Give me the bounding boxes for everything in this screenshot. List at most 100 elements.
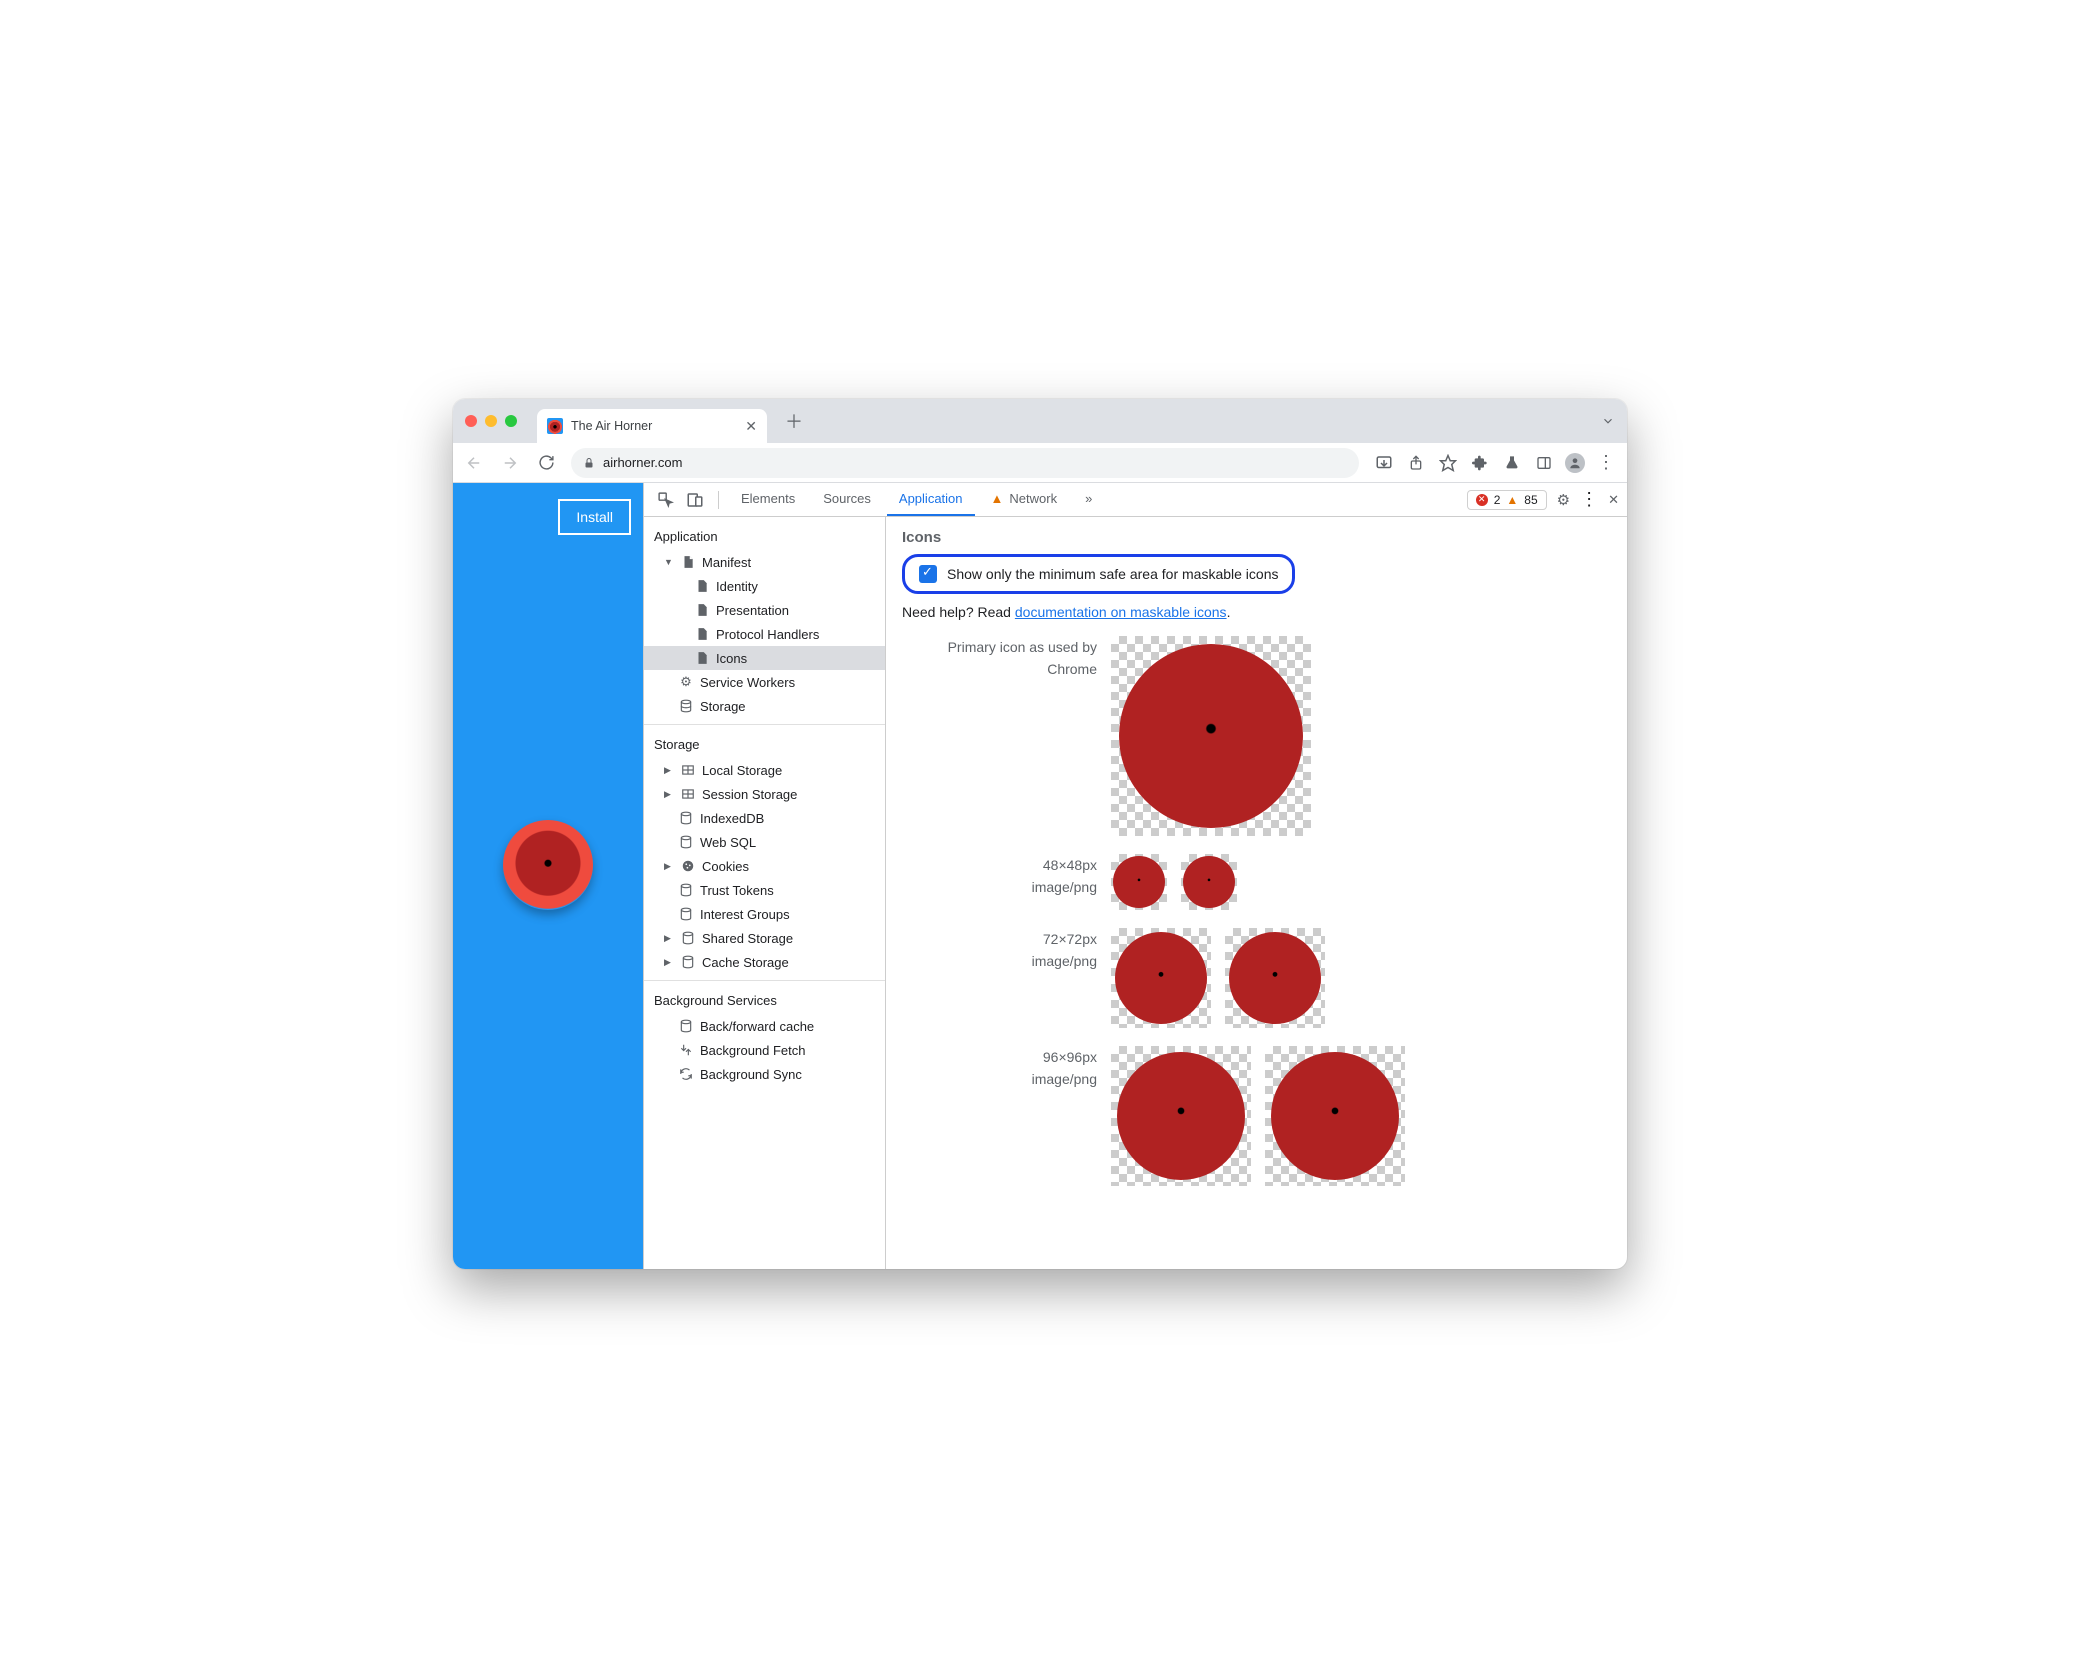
close-devtools-icon[interactable] (1608, 492, 1619, 508)
toolbar-actions (1373, 452, 1617, 474)
disclosure-triangle-icon: ▶ (664, 765, 674, 776)
icon-preview (1225, 928, 1325, 1028)
sidebar-item-bf-cache[interactable]: Back/forward cache (644, 1014, 885, 1038)
disclosure-triangle-icon: ▶ (664, 957, 674, 968)
share-icon[interactable] (1405, 452, 1427, 474)
sidebar-item-bg-sync[interactable]: Background Sync (644, 1062, 885, 1086)
browser-window: The Air Horner ✕ ＋ airhorner.com (453, 399, 1627, 1269)
devtools-menu-icon[interactable] (1580, 489, 1598, 510)
back-button[interactable] (463, 452, 485, 474)
sidebar-item-service-workers[interactable]: ⚙ Service Workers (644, 670, 885, 694)
checkbox-checked-icon[interactable] (919, 565, 937, 583)
icon-preview (1111, 636, 1311, 836)
sidebar-item-interest-groups[interactable]: Interest Groups (644, 902, 885, 926)
devtools-panel: Elements Sources Application ▲ Network ✕… (643, 483, 1627, 1269)
minimize-window-button[interactable] (485, 415, 497, 427)
forward-button[interactable] (499, 452, 521, 474)
airhorn-icon (1115, 932, 1207, 1024)
profile-avatar[interactable] (1565, 453, 1585, 473)
bookmark-star-icon[interactable] (1437, 452, 1459, 474)
airhorn-icon (1113, 856, 1165, 908)
icon-preview-group (1111, 854, 1237, 910)
devtools-tabbar: Elements Sources Application ▲ Network ✕… (644, 483, 1627, 517)
sidebar-item-local-storage[interactable]: ▶ Local Storage (644, 758, 885, 782)
sidebar-item-presentation[interactable]: Presentation (644, 598, 885, 622)
sidebar-item-bg-fetch[interactable]: Background Fetch (644, 1038, 885, 1062)
sidebar-item-cache-storage[interactable]: ▶ Cache Storage (644, 950, 885, 974)
sidebar-item-cookies[interactable]: ▶ Cookies (644, 854, 885, 878)
divider (644, 724, 885, 725)
side-panel-icon[interactable] (1533, 452, 1555, 474)
sidebar-item-manifest[interactable]: ▼ Manifest (644, 550, 885, 574)
browser-tab[interactable]: The Air Horner ✕ (537, 409, 767, 443)
transfer-icon (678, 1042, 694, 1058)
database-icon (678, 906, 694, 922)
sidebar-item-trust-tokens[interactable]: Trust Tokens (644, 878, 885, 902)
airhorn-icon[interactable] (503, 820, 593, 910)
more-tabs-icon[interactable] (1073, 483, 1104, 516)
icon-preview-group (1111, 1046, 1405, 1186)
tab-favicon (547, 418, 563, 434)
sidebar-item-shared-storage[interactable]: ▶ Shared Storage (644, 926, 885, 950)
tab-title: The Air Horner (571, 419, 652, 433)
icon-row-primary: Primary icon as used by Chrome (902, 636, 1611, 836)
reload-button[interactable] (535, 452, 557, 474)
sidebar-item-identity[interactable]: Identity (644, 574, 885, 598)
error-badge-icon: ✕ (1476, 494, 1488, 506)
disclosure-triangle-icon: ▶ (664, 861, 674, 872)
sync-icon (678, 1066, 694, 1082)
tab-network[interactable]: ▲ Network (979, 483, 1070, 516)
tab-sources[interactable]: Sources (811, 483, 883, 516)
device-toolbar-icon[interactable] (682, 487, 708, 513)
inspect-element-icon[interactable] (652, 487, 678, 513)
close-window-button[interactable] (465, 415, 477, 427)
extensions-icon[interactable] (1469, 452, 1491, 474)
sidebar-item-websql[interactable]: Web SQL (644, 830, 885, 854)
database-icon (678, 882, 694, 898)
sidebar-item-storage[interactable]: Storage (644, 694, 885, 718)
maskable-checkbox-row[interactable]: Show only the minimum safe area for mask… (902, 554, 1295, 594)
section-storage-heading: Storage (644, 731, 885, 758)
error-count: 2 (1494, 493, 1501, 507)
icon-preview (1111, 928, 1211, 1028)
file-icon (694, 626, 710, 642)
warning-badge-icon: ▲ (1506, 493, 1518, 507)
devtools-sidebar: Application ▼ Manifest Identity Presenta… (644, 517, 886, 1269)
database-icon (678, 1018, 694, 1034)
database-icon (680, 954, 696, 970)
airhorn-icon (1183, 856, 1235, 908)
tab-list-dropdown-icon[interactable] (1601, 414, 1615, 428)
icon-row-96: 96×96px image/png (902, 1046, 1611, 1186)
address-bar[interactable]: airhorner.com (571, 448, 1359, 478)
sidebar-item-icons[interactable]: Icons (644, 646, 885, 670)
sidebar-item-protocol-handlers[interactable]: Protocol Handlers (644, 622, 885, 646)
labs-icon[interactable] (1501, 452, 1523, 474)
airhorn-icon (1271, 1052, 1400, 1181)
issue-counter[interactable]: ✕ 2 ▲ 85 (1467, 490, 1547, 510)
install-app-icon[interactable] (1373, 452, 1395, 474)
sidebar-item-indexeddb[interactable]: IndexedDB (644, 806, 885, 830)
install-button[interactable]: Install (558, 499, 631, 535)
browser-toolbar: airhorner.com (453, 443, 1627, 483)
close-tab-icon[interactable]: ✕ (745, 418, 757, 435)
tab-application[interactable]: Application (887, 483, 975, 516)
icons-heading: Icons (902, 529, 1611, 546)
settings-gear-icon[interactable] (1557, 491, 1570, 509)
new-tab-button[interactable]: ＋ (785, 408, 803, 434)
sidebar-item-session-storage[interactable]: ▶ Session Storage (644, 782, 885, 806)
icon-row-72: 72×72px image/png (902, 928, 1611, 1028)
maximize-window-button[interactable] (505, 415, 517, 427)
icon-row-48: 48×48px image/png (902, 854, 1611, 910)
help-link[interactable]: documentation on maskable icons (1015, 604, 1227, 620)
page-viewport: Install (453, 483, 643, 1269)
tab-elements[interactable]: Elements (729, 483, 807, 516)
icon-label: 48×48px image/png (902, 854, 1097, 899)
section-background-heading: Background Services (644, 987, 885, 1014)
database-icon (678, 810, 694, 826)
separator (718, 491, 719, 509)
airhorn-icon (1229, 932, 1321, 1024)
icon-label: 96×96px image/png (902, 1046, 1097, 1091)
airhorn-icon (1117, 1052, 1246, 1181)
devtools-body: Application ▼ Manifest Identity Presenta… (644, 517, 1627, 1269)
browser-menu-icon[interactable] (1595, 452, 1617, 474)
